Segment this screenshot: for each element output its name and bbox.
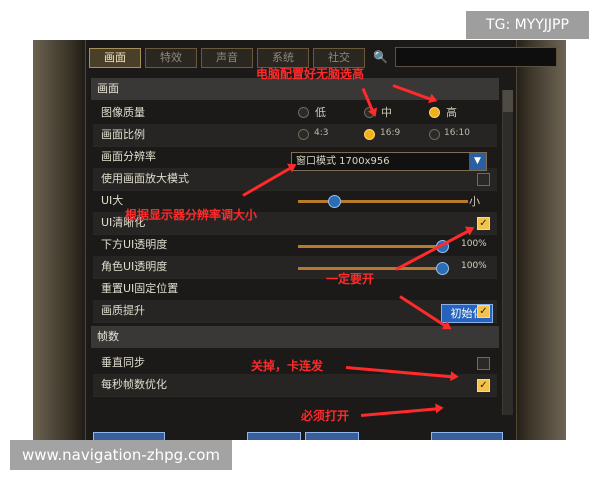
- label-ui-size-small: 小: [469, 195, 480, 208]
- label-role-ui-opacity: 角色UI透明度: [101, 260, 168, 273]
- checkbox-quality-up[interactable]: ✓: [477, 305, 490, 318]
- annotation-vsync: 关掉，卡连发: [251, 359, 324, 373]
- section-fps: 帧数: [91, 326, 499, 348]
- label-aspect-16-10: 16:10: [444, 128, 470, 138]
- row-fps-optimize: 每秒帧数优化: [93, 374, 497, 397]
- bottom-button-mid-1[interactable]: [247, 432, 301, 440]
- background-scene-right: [514, 40, 566, 440]
- game-screenshot: 画面 特效 声音 系统 社交 🔍 画面 图像质量 画面比例 画面分辨率 使用画面…: [33, 40, 566, 440]
- bottom-button-mid-2[interactable]: [305, 432, 359, 440]
- label-quality-high: 高: [446, 106, 457, 119]
- slider-ui-size[interactable]: [298, 200, 468, 203]
- bottom-ui-opacity-value: 100%: [461, 239, 487, 249]
- bottom-button-right[interactable]: [431, 432, 503, 440]
- label-maximize-mode: 使用画面放大模式: [101, 172, 189, 185]
- resolution-select[interactable]: 窗口模式 1700x956 ▼: [291, 152, 487, 171]
- scrollbar-thumb[interactable]: [503, 90, 513, 112]
- slider-bottom-ui-opacity[interactable]: [298, 245, 443, 248]
- tab-sound[interactable]: 声音: [201, 48, 253, 68]
- slider-ui-size-handle[interactable]: [328, 195, 341, 208]
- radio-quality-low[interactable]: [298, 107, 309, 118]
- checkbox-maximize-mode[interactable]: [477, 173, 490, 186]
- radio-aspect-16-9[interactable]: [364, 129, 375, 140]
- radio-aspect-4-3[interactable]: [298, 129, 309, 140]
- row-reset-ui: 重置UI固定位置: [93, 278, 497, 301]
- checkbox-fps-optimize[interactable]: ✓: [477, 379, 490, 392]
- annotation-resolution: 根据显示器分辨率调大小: [125, 208, 258, 222]
- label-vsync: 垂直同步: [101, 356, 145, 369]
- label-quality-low: 低: [315, 106, 326, 119]
- label-quality-up: 画质提升: [101, 304, 145, 317]
- checkbox-vsync[interactable]: [477, 357, 490, 370]
- label-reset-ui: 重置UI固定位置: [101, 282, 179, 295]
- role-ui-opacity-value: 100%: [461, 261, 487, 271]
- label-ui-size: UI大: [101, 194, 124, 207]
- label-aspect-16-9: 16:9: [380, 128, 401, 138]
- section-screen-title: 画面: [97, 82, 119, 95]
- bottom-button-left[interactable]: [93, 432, 165, 440]
- label-bottom-ui-opacity: 下方UI透明度: [101, 238, 168, 251]
- search-icon[interactable]: 🔍: [373, 49, 389, 65]
- search-input[interactable]: [395, 47, 557, 67]
- label-quality-mid: 中: [381, 106, 392, 119]
- label-resolution: 画面分辨率: [101, 150, 156, 163]
- slider-role-ui-opacity-handle[interactable]: [436, 262, 449, 275]
- label-fps-optimize: 每秒帧数优化: [101, 378, 167, 391]
- watermark-tg: TG: MYYJJPP: [466, 11, 589, 39]
- chevron-down-icon[interactable]: ▼: [469, 153, 486, 170]
- annotation-must-on: 一定要开: [326, 272, 375, 286]
- resolution-select-value: 窗口模式 1700x956: [296, 156, 390, 167]
- watermark-url: www.navigation-zhpg.com: [10, 440, 232, 470]
- annotation-top: 电脑配置好无脑选高: [256, 67, 365, 81]
- annotation-fps-opt: 必须打开: [301, 409, 350, 423]
- radio-quality-high[interactable]: [429, 107, 440, 118]
- row-maximize-mode: 使用画面放大模式: [93, 168, 497, 191]
- section-fps-title: 帧数: [97, 330, 119, 343]
- tab-effects[interactable]: 特效: [145, 48, 197, 68]
- checkbox-ui-sharp[interactable]: ✓: [477, 217, 490, 230]
- scrollbar[interactable]: [502, 90, 513, 415]
- radio-aspect-16-10[interactable]: [429, 129, 440, 140]
- background-scene-left: [33, 40, 85, 440]
- tab-screen[interactable]: 画面: [89, 48, 141, 68]
- label-image-quality: 图像质量: [101, 106, 145, 119]
- label-aspect-4-3: 4:3: [314, 128, 329, 138]
- label-aspect-ratio: 画面比例: [101, 128, 145, 141]
